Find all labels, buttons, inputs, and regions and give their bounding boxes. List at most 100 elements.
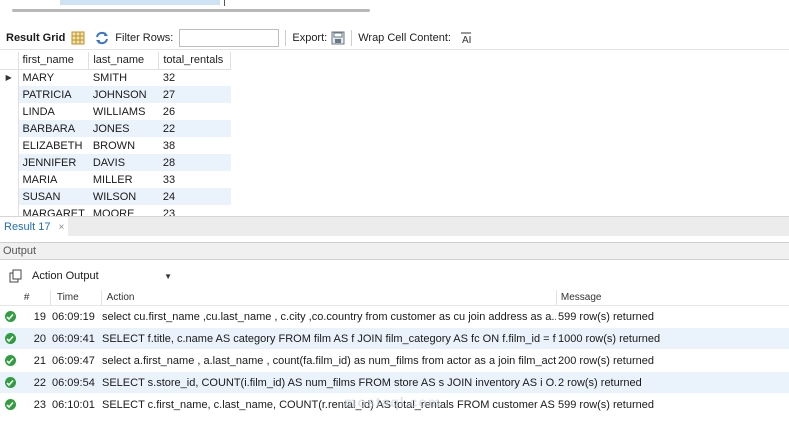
column-header-last-name[interactable]: last_name — [88, 52, 160, 70]
tab-result-17[interactable]: Result 17 × — [0, 217, 69, 237]
cell-total-rentals[interactable]: 23 — [159, 205, 231, 217]
result-toolbar: Result Grid Filter Rows: Export: Wrap Ce… — [0, 26, 789, 50]
cell-last-name[interactable]: MOORE — [89, 205, 159, 217]
close-icon[interactable]: × — [58, 222, 64, 233]
log-action: select cu.first_name ,cu.last_name , c.c… — [102, 310, 556, 323]
cell-last-name[interactable]: WILSON — [88, 188, 159, 205]
cell-last-name[interactable]: WILLIAMS — [89, 103, 159, 120]
svg-text:A: A — [462, 35, 469, 45]
row-header — [0, 103, 19, 120]
log-action: select a.first_name , a.last_name , coun… — [102, 354, 556, 367]
cell-total-rentals[interactable]: 24 — [158, 188, 231, 205]
cell-total-rentals[interactable]: 28 — [158, 154, 231, 171]
refresh-icon[interactable] — [95, 31, 109, 45]
editor-caret — [224, 0, 225, 6]
cell-last-name[interactable]: BROWN — [89, 137, 159, 154]
success-check-icon — [4, 377, 16, 388]
table-row[interactable]: PATRICIA JOHNSON 27 — [0, 86, 231, 103]
log-row[interactable]: 22 06:09:54 SELECT s.store_id, COUNT(i.f… — [0, 372, 789, 394]
output-type-value: Action Output — [32, 270, 99, 282]
cell-first-name[interactable]: LINDA — [18, 103, 89, 120]
log-time: 06:10:01 — [52, 398, 95, 411]
chevron-down-icon: ▼ — [164, 271, 172, 281]
table-row[interactable]: ▶ MARY SMITH 32 — [0, 69, 231, 86]
row-header-corner — [0, 52, 19, 70]
wrap-text-icon[interactable]: A — [459, 31, 473, 46]
log-num: 21 — [33, 354, 46, 367]
cell-total-rentals[interactable]: 38 — [159, 137, 231, 154]
filter-rows-label: Filter Rows: — [115, 31, 174, 44]
cell-total-rentals[interactable]: 27 — [158, 86, 231, 103]
log-time: 06:09:41 — [52, 332, 95, 345]
cell-first-name[interactable]: MARY — [18, 69, 89, 86]
log-header-time[interactable]: Time — [51, 292, 101, 303]
success-check-icon — [4, 399, 16, 410]
log-action: SELECT f.title, c.name AS category FROM … — [102, 332, 556, 345]
output-type-select[interactable]: Action Output ▼ — [29, 267, 175, 285]
watermark: mostaql.com — [344, 394, 442, 410]
toolbar-divider — [351, 29, 353, 46]
cell-total-rentals[interactable]: 26 — [159, 103, 231, 120]
log-header-message[interactable]: Message — [557, 292, 789, 303]
log-num: 20 — [33, 332, 46, 345]
cell-first-name[interactable]: JENNIFER — [18, 154, 89, 171]
table-row[interactable]: SUSAN WILSON 24 — [0, 188, 231, 205]
log-num: 19 — [33, 310, 46, 323]
success-check-icon — [4, 311, 16, 322]
table-row[interactable]: BARBARA JONES 22 — [0, 120, 231, 137]
filter-rows-input[interactable] — [179, 28, 280, 47]
table-row[interactable]: LINDA WILLIAMS 26 — [0, 103, 231, 120]
editor-horizontal-scrollbar[interactable] — [12, 9, 370, 12]
tab-label: Result 17 — [4, 221, 51, 233]
log-row[interactable]: 21 06:09:47 select a.first_name , a.last… — [0, 350, 789, 372]
log-row[interactable]: 20 06:09:41 SELECT f.title, c.name AS ca… — [0, 328, 789, 350]
log-message: 200 row(s) returned — [558, 354, 654, 367]
table-row[interactable]: MARIA MILLER 33 — [0, 171, 231, 188]
log-header-num[interactable]: # — [20, 292, 50, 303]
output-panel-header: Output — [0, 242, 789, 260]
row-header — [0, 205, 19, 216]
cell-total-rentals[interactable]: 22 — [158, 120, 231, 137]
result-grid-label[interactable]: Result Grid — [6, 32, 65, 44]
log-header-row: # Time Action Message — [0, 290, 789, 306]
cell-first-name[interactable]: SUSAN — [18, 188, 89, 205]
log-message: 599 row(s) returned — [558, 310, 654, 323]
log-time: 06:09:54 — [52, 376, 95, 389]
cell-last-name[interactable]: JONES — [88, 120, 159, 137]
cell-first-name[interactable]: BARBARA — [18, 120, 89, 137]
cell-last-name[interactable]: MILLER — [89, 171, 159, 188]
cell-first-name[interactable]: MARIA — [18, 171, 89, 188]
log-message: 2 row(s) returned — [558, 376, 642, 389]
result-grid[interactable]: first_name last_name total_rentals ▶ MAR… — [0, 52, 237, 216]
cell-total-rentals[interactable]: 33 — [159, 171, 231, 188]
log-action: SELECT c.first_name, c.last_name, COUNT(… — [102, 398, 556, 411]
cell-last-name[interactable]: JOHNSON — [88, 86, 159, 103]
log-header-action[interactable]: Action — [102, 292, 556, 303]
table-row[interactable]: MARGARET MOORE 23 — [0, 205, 231, 216]
cell-first-name[interactable]: PATRICIA — [18, 86, 89, 103]
copy-icon[interactable] — [9, 269, 23, 283]
table-row[interactable]: JENNIFER DAVIS 28 — [0, 154, 231, 171]
cell-first-name[interactable]: ELIZABETH — [18, 137, 89, 154]
result-tab-bar: Result 17 × — [0, 216, 789, 237]
cell-first-name[interactable]: MARGARET — [18, 205, 89, 217]
cell-last-name[interactable]: SMITH — [89, 69, 159, 86]
wrap-cell-label: Wrap Cell Content: — [358, 31, 451, 44]
row-header — [0, 154, 19, 171]
success-check-icon — [4, 333, 16, 344]
log-num: 22 — [33, 376, 46, 389]
log-num: 23 — [33, 398, 46, 411]
log-row[interactable]: 19 06:09:19 select cu.first_name ,cu.las… — [0, 306, 789, 328]
sql-editor-remnant — [0, 0, 789, 14]
success-check-icon — [4, 355, 16, 366]
export-icon[interactable] — [331, 31, 345, 45]
log-action: SELECT s.store_id, COUNT(i.film_id) AS n… — [102, 376, 556, 389]
table-row[interactable]: ELIZABETH BROWN 38 — [0, 137, 231, 154]
grid-view-icon[interactable] — [71, 31, 85, 45]
column-header-first-name[interactable]: first_name — [18, 52, 90, 70]
code-highlight — [60, 0, 220, 5]
column-header-total-rentals[interactable]: total_rentals — [158, 52, 232, 70]
row-header — [0, 86, 19, 103]
cell-last-name[interactable]: DAVIS — [88, 154, 159, 171]
cell-total-rentals[interactable]: 32 — [159, 69, 231, 86]
